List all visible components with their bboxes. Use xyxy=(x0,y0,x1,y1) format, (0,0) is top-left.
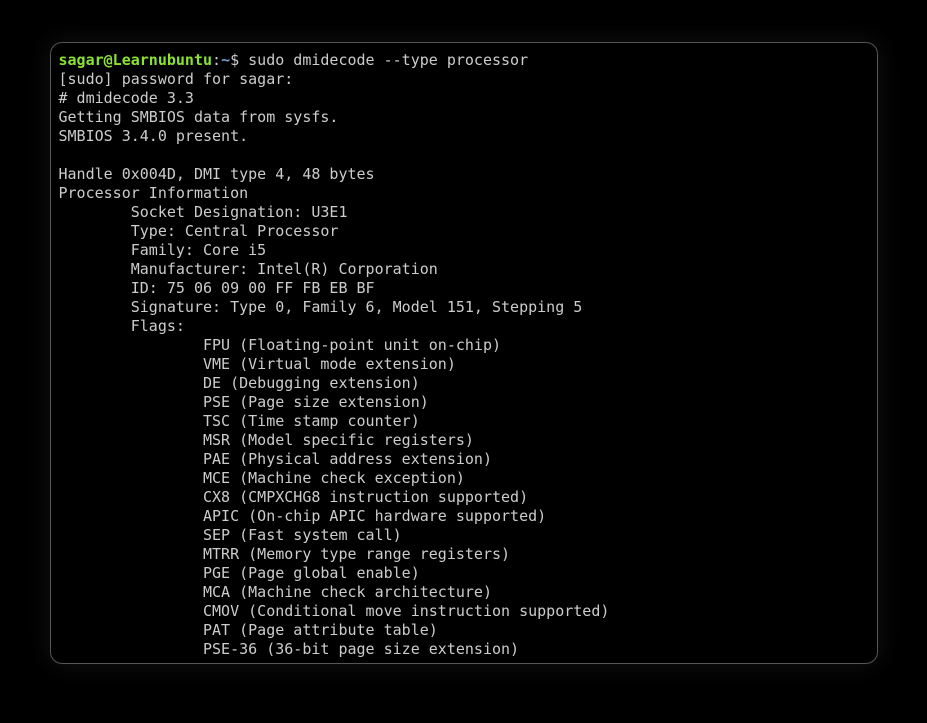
output-line-flags-header: Flags: xyxy=(59,317,185,335)
output-line-family: Family: Core i5 xyxy=(59,241,267,259)
output-line-signature: Signature: Type 0, Family 6, Model 151, … xyxy=(59,298,583,316)
prompt-separator: : xyxy=(212,51,221,69)
prompt-user-host: sagar@Learnubuntu xyxy=(59,51,213,69)
prompt-path: ~ xyxy=(221,51,230,69)
output-line-flag-apic: APIC (On-chip APIC hardware supported) xyxy=(59,507,547,525)
output-line-flag-de: DE (Debugging extension) xyxy=(59,374,420,392)
output-line-flag-fpu: FPU (Floating-point unit on-chip) xyxy=(59,336,502,354)
output-line-flag-mtrr: MTRR (Memory type range registers) xyxy=(59,545,511,563)
output-line-flag-pse: PSE (Page size extension) xyxy=(59,393,429,411)
output-line-type: Type: Central Processor xyxy=(59,222,339,240)
output-line-flag-sep: SEP (Fast system call) xyxy=(59,526,402,544)
output-line-flag-cmov: CMOV (Conditional move instruction suppo… xyxy=(59,602,610,620)
output-line-handle: Handle 0x004D, DMI type 4, 48 bytes xyxy=(59,165,375,183)
output-line-manufacturer: Manufacturer: Intel(R) Corporation xyxy=(59,260,438,278)
terminal-content[interactable]: sagar@Learnubuntu:~$ sudo dmidecode --ty… xyxy=(59,51,869,659)
output-line-section-header: Processor Information xyxy=(59,184,249,202)
output-line-flag-vme: VME (Virtual mode extension) xyxy=(59,355,456,373)
output-line-flag-cx8: CX8 (CMPXCHG8 instruction supported) xyxy=(59,488,529,506)
output-line-id: ID: 75 06 09 00 FF FB EB BF xyxy=(59,279,375,297)
output-line-socket: Socket Designation: U3E1 xyxy=(59,203,348,221)
terminal-window[interactable]: sagar@Learnubuntu:~$ sudo dmidecode --ty… xyxy=(50,42,878,664)
output-line-flag-tsc: TSC (Time stamp counter) xyxy=(59,412,420,430)
output-line-flag-pge: PGE (Page global enable) xyxy=(59,564,420,582)
output-line-flag-pse36: PSE-36 (36-bit page size extension) xyxy=(59,640,520,658)
output-line-flag-pae: PAE (Physical address extension) xyxy=(59,450,492,468)
output-line-flag-mce: MCE (Machine check exception) xyxy=(59,469,465,487)
output-line-smbios-version: SMBIOS 3.4.0 present. xyxy=(59,127,249,145)
output-line-sudo: [sudo] password for sagar: xyxy=(59,70,294,88)
command-text: sudo dmidecode --type processor xyxy=(239,51,528,69)
output-line-version: # dmidecode 3.3 xyxy=(59,89,194,107)
output-line-smbios-source: Getting SMBIOS data from sysfs. xyxy=(59,108,339,126)
prompt-symbol: $ xyxy=(230,51,239,69)
output-line-flag-msr: MSR (Model specific registers) xyxy=(59,431,474,449)
output-line-flag-pat: PAT (Page attribute table) xyxy=(59,621,438,639)
output-line-flag-mca: MCA (Machine check architecture) xyxy=(59,583,492,601)
